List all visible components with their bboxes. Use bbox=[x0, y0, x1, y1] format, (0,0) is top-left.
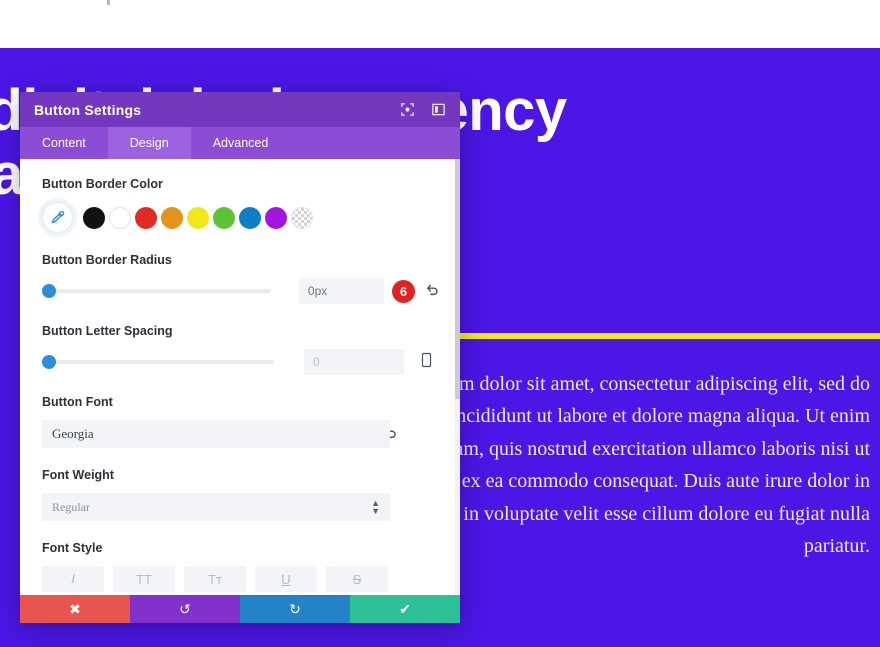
titlebar-icon-group bbox=[400, 102, 446, 117]
swatch-purple[interactable] bbox=[265, 206, 287, 229]
field-font-style: Font Style I TT Tᴛ U S bbox=[42, 541, 440, 592]
field-button-border-radius: Button Border Radius 0px 6 bbox=[42, 253, 440, 304]
modal-body: Button Border Color Button Border Radius… bbox=[20, 159, 460, 595]
field-button-font: Button Font Georgia 7 bbox=[42, 395, 440, 448]
swatch-red[interactable] bbox=[135, 206, 157, 229]
border-radius-value-input[interactable]: 0px bbox=[298, 278, 384, 304]
field-label-border-radius: Button Border Radius bbox=[42, 253, 172, 267]
italic-button[interactable]: I bbox=[42, 566, 104, 592]
swatch-orange[interactable] bbox=[161, 206, 183, 229]
field-label-button-font: Button Font bbox=[42, 395, 113, 409]
swatch-green[interactable] bbox=[213, 206, 235, 229]
save-button[interactable]: ✔ bbox=[350, 595, 460, 623]
modal-title: Button Settings bbox=[34, 101, 142, 118]
button-settings-modal: Button Settings Content Design Advanced … bbox=[20, 92, 460, 623]
field-button-letter-spacing: Button Letter Spacing 0 bbox=[42, 324, 440, 375]
screen: a digital design agency marketing Lorem … bbox=[0, 0, 880, 647]
swatch-transparent[interactable] bbox=[291, 206, 313, 229]
field-label-letter-spacing: Button Letter Spacing bbox=[42, 324, 173, 338]
modal-tabs: Content Design Advanced bbox=[20, 127, 460, 159]
field-font-weight: Font Weight Regular ▲ ▼ bbox=[42, 468, 440, 521]
page-top-whitespace bbox=[0, 0, 880, 48]
tab-content[interactable]: Content bbox=[20, 127, 108, 159]
border-radius-slider-knob[interactable] bbox=[42, 284, 56, 298]
uppercase-button[interactable]: TT bbox=[113, 566, 175, 592]
cancel-button[interactable]: ✖ bbox=[20, 595, 130, 623]
font-weight-select[interactable]: Regular ▲ ▼ bbox=[42, 493, 390, 521]
chevron-updown-icon: ▲ ▼ bbox=[371, 498, 380, 516]
swatch-yellow[interactable] bbox=[187, 206, 209, 229]
swatch-white[interactable] bbox=[109, 206, 131, 229]
page-top-marker bbox=[107, 0, 110, 5]
swatch-blue[interactable] bbox=[239, 206, 261, 229]
font-weight-value: Regular bbox=[52, 499, 90, 514]
hero-yellow-divider bbox=[448, 333, 880, 339]
swatch-black[interactable] bbox=[83, 206, 105, 229]
tab-advanced[interactable]: Advanced bbox=[191, 127, 291, 159]
tab-design[interactable]: Design bbox=[107, 127, 191, 159]
letter-spacing-value-input[interactable]: 0 bbox=[304, 349, 404, 375]
redo-button[interactable]: ↻ bbox=[240, 595, 350, 623]
modal-body-scrollbar[interactable] bbox=[455, 159, 460, 595]
border-radius-slider[interactable] bbox=[42, 284, 271, 298]
eyedropper-icon[interactable] bbox=[42, 202, 73, 233]
field-label-font-style: Font Style bbox=[42, 541, 103, 555]
modal-action-bar: ✖ ↺ ↻ ✔ bbox=[20, 595, 460, 623]
font-style-button-group: I TT Tᴛ U S bbox=[42, 566, 440, 592]
field-button-border-color: Button Border Color bbox=[42, 177, 440, 233]
strikethrough-button[interactable]: S bbox=[326, 566, 388, 592]
small-caps-button[interactable]: Tᴛ bbox=[184, 566, 246, 592]
modal-titlebar[interactable]: Button Settings bbox=[20, 92, 460, 127]
underline-button[interactable]: U bbox=[255, 566, 317, 592]
mobile-icon[interactable] bbox=[420, 352, 433, 373]
letter-spacing-slider[interactable] bbox=[42, 355, 274, 369]
button-font-select[interactable]: Georgia bbox=[42, 420, 390, 448]
modal-body-scrollbar-thumb[interactable] bbox=[455, 159, 460, 399]
focus-icon[interactable] bbox=[400, 102, 415, 117]
field-label-font-weight: Font Weight bbox=[42, 468, 114, 482]
undo-button[interactable]: ↺ bbox=[130, 595, 240, 623]
undo-icon[interactable] bbox=[425, 282, 440, 301]
panel-layout-icon[interactable] bbox=[431, 102, 446, 117]
color-swatch-row bbox=[42, 202, 440, 233]
field-label-border-color: Button Border Color bbox=[42, 177, 163, 191]
step-badge-6: 6 bbox=[392, 279, 415, 303]
letter-spacing-slider-knob[interactable] bbox=[42, 355, 56, 369]
